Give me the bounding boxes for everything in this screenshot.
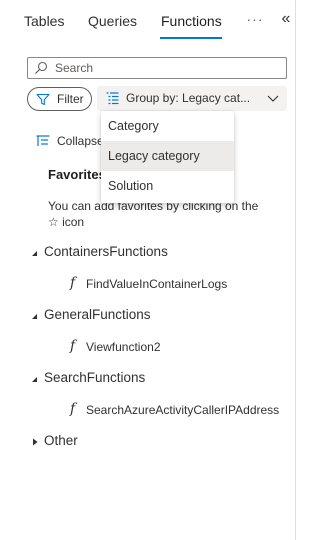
active-tab-indicator [160,37,222,39]
function-name: SearchAzureActivityCallerIPAddress [86,403,280,417]
filter-button[interactable]: Filter [27,87,92,111]
group-by-dropdown[interactable]: Group by: Legacy cat... [97,86,287,111]
search-box [27,57,287,79]
group-name: Other [44,433,78,448]
filter-label: Filter [57,92,84,106]
group-by-menu: Category Legacy category Solution [101,111,234,203]
group-list-icon [106,92,119,105]
function-name: Viewfunction2 [86,340,161,354]
function-icon: f [70,275,76,291]
collapse-all-icon [36,135,50,146]
double-chevron-left-icon[interactable]: « [276,10,296,32]
menu-item-legacy-category[interactable]: Legacy category [101,141,234,171]
tab-tables[interactable]: Tables [24,13,64,29]
filter-icon [36,93,50,106]
group-name: SearchFunctions [44,370,146,385]
caret-expanded-icon [32,251,37,256]
function-icon: f [70,401,76,417]
ellipsis-icon[interactable]: ··· [244,11,266,31]
caret-expanded-icon [32,377,37,382]
search-input[interactable] [55,59,280,77]
menu-item-category[interactable]: Category [101,111,234,141]
group-name: GeneralFunctions [44,307,151,322]
group-name: ContainersFunctions [44,244,168,259]
function-name: FindValueInContainerLogs [86,277,228,291]
search-icon [35,61,48,74]
menu-item-solution[interactable]: Solution [101,171,234,201]
caret-expanded-icon [32,314,37,319]
caret-collapsed-icon [33,438,38,446]
chevron-down-icon [267,95,279,102]
group-by-label: Group by: Legacy cat... [126,91,251,105]
function-icon: f [70,338,76,354]
panel-right-border [295,0,296,540]
tab-queries[interactable]: Queries [88,13,137,29]
tab-functions[interactable]: Functions [161,13,222,29]
tab-bar: Tables Queries Functions ··· « [0,0,298,42]
favorites-heading: Favorites [48,167,106,182]
